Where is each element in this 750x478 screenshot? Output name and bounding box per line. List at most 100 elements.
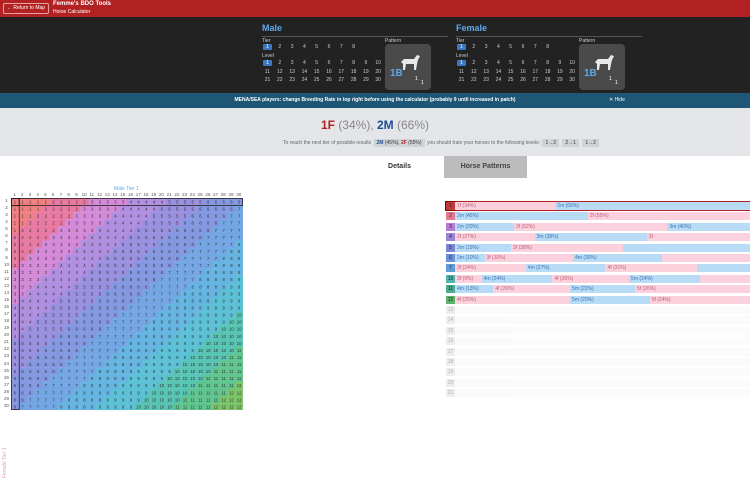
male-level-option-17[interactable]: 17 [337,69,346,75]
male-level-option-7[interactable]: 7 [337,60,346,66]
female-level-option-30[interactable]: 30 [568,77,577,83]
male-level-option-12[interactable]: 12 [275,69,284,75]
female-level-option-15[interactable]: 15 [506,69,515,75]
female-level-option-22[interactable]: 22 [469,77,478,83]
female-level-option-23[interactable]: 23 [482,77,491,83]
male-level-option-3[interactable]: 3 [288,60,297,66]
female-level-option-27[interactable]: 27 [531,77,540,83]
tab-horse-patterns[interactable]: Horse Patterns [444,156,527,178]
male-pattern-button[interactable]: 1B 1 1 [385,44,431,90]
male-tier-option-4[interactable]: 4 [300,44,309,50]
female-tier-option-7[interactable]: 7 [531,44,540,50]
result-row[interactable]: 73f (24%)4m (27%)4f (31%) [446,264,750,272]
female-level-option-17[interactable]: 17 [531,69,540,75]
female-level-option-2[interactable]: 2 [469,60,478,66]
outcome-label: 2m (66%) [557,202,579,210]
male-tier-option-2[interactable]: 2 [275,44,284,50]
male-level-option-4[interactable]: 4 [300,60,309,66]
male-level-option-25[interactable]: 25 [312,77,321,83]
male-tier-option-1[interactable]: 1 [263,44,272,50]
female-level-option-20[interactable]: 20 [568,69,577,75]
female-level-option-6[interactable]: 6 [519,60,528,66]
male-level-option-29[interactable]: 29 [361,77,370,83]
female-level-option-9[interactable]: 9 [555,60,564,66]
female-tier-option-1[interactable]: 1 [457,44,466,50]
male-level-option-10[interactable]: 10 [374,60,383,66]
tab-details[interactable]: Details [358,156,441,178]
male-level-option-30[interactable]: 30 [374,77,383,83]
male-level-option-24[interactable]: 24 [300,77,309,83]
male-level-option-21[interactable]: 21 [263,77,272,83]
male-level-option-13[interactable]: 13 [288,69,297,75]
female-level-option-25[interactable]: 25 [506,77,515,83]
female-level-option-11[interactable]: 11 [457,69,466,75]
female-level-option-8[interactable]: 8 [543,60,552,66]
female-level-option-7[interactable]: 7 [531,60,540,66]
male-level-option-8[interactable]: 8 [349,60,358,66]
male-level-option-15[interactable]: 15 [312,69,321,75]
grid-column-number: 21 [166,192,173,197]
female-level-option-24[interactable]: 24 [494,77,503,83]
male-level-option-20[interactable]: 20 [374,69,383,75]
female-level-option-5[interactable]: 5 [506,60,515,66]
female-level-option-16[interactable]: 16 [519,69,528,75]
male-level-option-2[interactable]: 2 [275,60,284,66]
male-level-option-19[interactable]: 19 [361,69,370,75]
result-row[interactable]: 114m (13%)4f (26%)5m (22%)5f (26%) [446,285,750,293]
female-tier-option-6[interactable]: 6 [519,44,528,50]
male-level-option-18[interactable]: 18 [349,69,358,75]
female-level-option-13[interactable]: 13 [482,69,491,75]
result-row-faded: 18 [446,358,750,366]
female-level-option-18[interactable]: 18 [543,69,552,75]
return-to-map-button[interactable]: ← Return to Map [3,3,49,14]
female-level-option-26[interactable]: 26 [519,77,528,83]
result-row[interactable]: 42f (27%)3m (38%)3f [446,233,750,241]
hide-banner-button[interactable]: ✕ Hide [609,97,625,103]
female-level-option-12[interactable]: 12 [469,69,478,75]
male-level-option-11[interactable]: 11 [263,69,272,75]
female-level-option-29[interactable]: 29 [555,77,564,83]
female-tier-option-2[interactable]: 2 [469,44,478,50]
male-level-option-23[interactable]: 23 [288,77,297,83]
male-tier-option-3[interactable]: 3 [288,44,297,50]
female-tier-option-5[interactable]: 5 [506,44,515,50]
female-level-option-3[interactable]: 3 [482,60,491,66]
female-result: 1F [321,118,335,132]
female-level-option-1[interactable]: 1 [457,60,466,66]
female-level-option-4[interactable]: 4 [494,60,503,66]
male-level-option-28[interactable]: 28 [349,77,358,83]
male-level-option-27[interactable]: 27 [337,77,346,83]
female-tier-option-8[interactable]: 8 [543,44,552,50]
advice-middle: you should train your horses to the foll… [427,140,540,146]
grid-heatmap[interactable]: 1111122222333334444455555666661111222223… [11,198,243,410]
male-tier-option-6[interactable]: 6 [325,44,334,50]
female-level-option-28[interactable]: 28 [543,77,552,83]
male-level-option-6[interactable]: 6 [325,60,334,66]
female-tier-option-3[interactable]: 3 [482,44,491,50]
male-level-option-16[interactable]: 16 [325,69,334,75]
male-tier-option-5[interactable]: 5 [312,44,321,50]
female-outcome-bar [700,275,750,283]
female-level-option-21[interactable]: 21 [457,77,466,83]
male-tier-option-8[interactable]: 8 [349,44,358,50]
female-level-option-10[interactable]: 10 [568,60,577,66]
result-row[interactable]: 32m (20%)2f (52%)3m (40%) [446,223,750,231]
male-level-option-5[interactable]: 5 [312,60,321,66]
result-row[interactable]: 62m (10%)3f (30%)4m (30%) [446,254,750,262]
result-row[interactable]: 103f (9%)4m (24%)4f (26%)5m (24%) [446,275,750,283]
male-level-option-22[interactable]: 22 [275,77,284,83]
female-pattern-button[interactable]: 1B 1 1 [579,44,625,90]
result-row[interactable]: 11f (34%)2m (66%) [446,202,750,210]
outcome-label: 2f (52%) [516,223,535,231]
male-level-option-26[interactable]: 26 [325,77,334,83]
result-row[interactable]: 52m (19%)3f (38%) [446,244,750,252]
female-level-option-14[interactable]: 14 [494,69,503,75]
male-tier-option-7[interactable]: 7 [337,44,346,50]
female-level-option-19[interactable]: 19 [555,69,564,75]
male-level-option-1[interactable]: 1 [263,60,272,66]
result-row[interactable]: 124f (25%)5m (20%)5f (24%) [446,296,750,304]
female-tier-option-4[interactable]: 4 [494,44,503,50]
result-row[interactable]: 22m (45%)2f (55%) [446,212,750,220]
male-level-option-9[interactable]: 9 [361,60,370,66]
male-level-option-14[interactable]: 14 [300,69,309,75]
